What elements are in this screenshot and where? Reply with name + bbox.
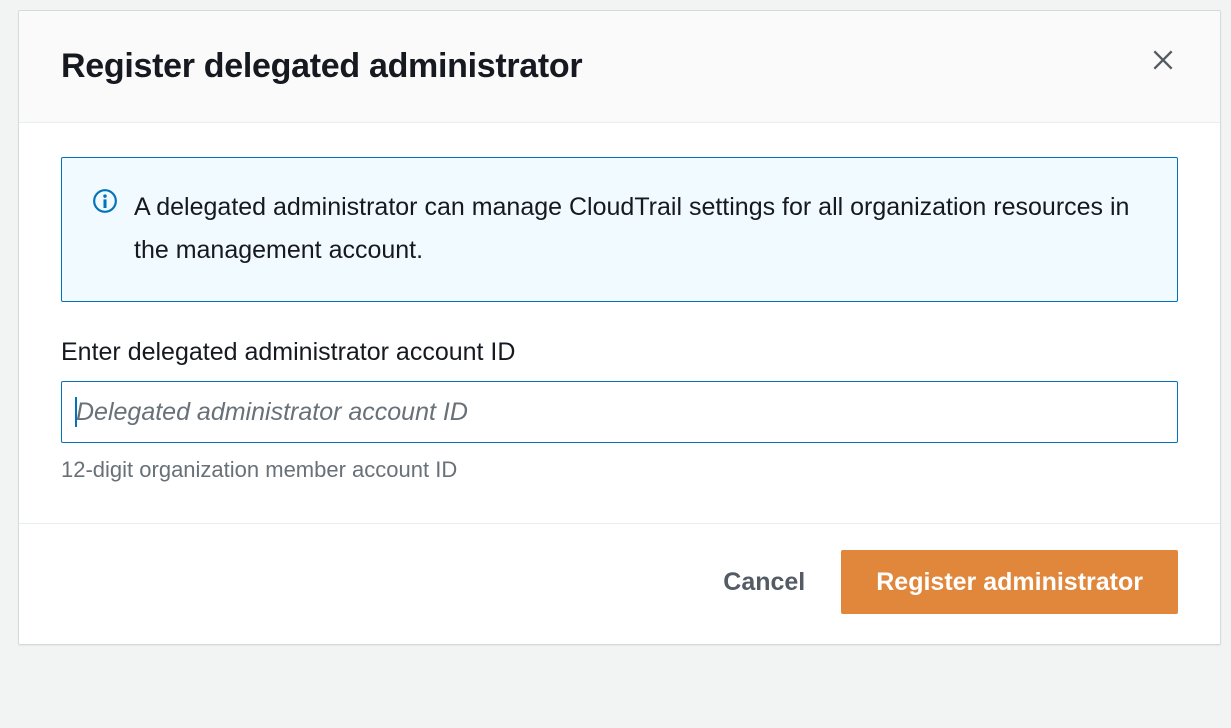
close-icon <box>1150 61 1176 76</box>
cancel-button[interactable]: Cancel <box>713 553 815 611</box>
input-wrap <box>61 381 1178 443</box>
info-alert: A delegated administrator can manage Clo… <box>61 157 1178 302</box>
modal-header: Register delegated administrator <box>19 11 1220 123</box>
account-id-help-text: 12-digit organization member account ID <box>61 457 1178 483</box>
account-id-label: Enter delegated administrator account ID <box>61 338 1178 367</box>
account-id-form-group: Enter delegated administrator account ID… <box>61 338 1178 483</box>
close-button[interactable] <box>1146 43 1180 80</box>
modal-footer: Cancel Register administrator <box>19 523 1220 644</box>
info-alert-text: A delegated administrator can manage Clo… <box>134 186 1147 271</box>
account-id-input[interactable] <box>61 381 1178 443</box>
modal-body: A delegated administrator can manage Clo… <box>19 123 1220 523</box>
info-icon <box>92 188 118 219</box>
register-delegated-admin-modal: Register delegated administrator A deleg… <box>18 10 1221 645</box>
modal-title: Register delegated administrator <box>61 47 582 86</box>
register-administrator-button[interactable]: Register administrator <box>841 550 1178 614</box>
